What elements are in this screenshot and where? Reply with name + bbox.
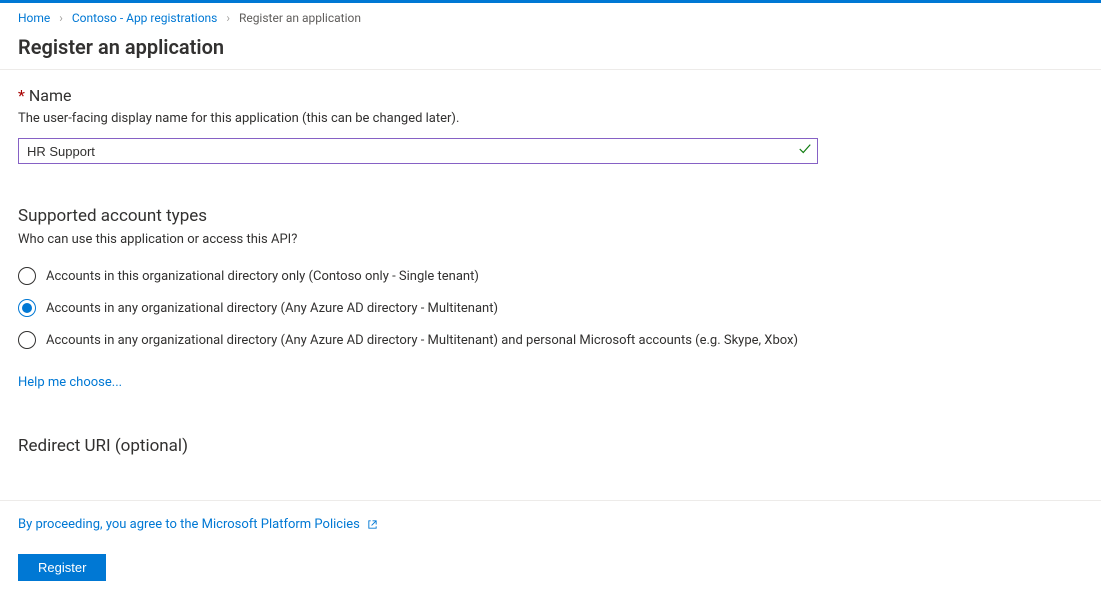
page-title: Register an application xyxy=(18,35,1083,59)
account-type-option-single-tenant[interactable]: Accounts in this organizational director… xyxy=(18,267,1083,285)
policy-notice: By proceeding, you agree to the Microsof… xyxy=(18,517,1083,534)
supported-account-types-description: Who can use this application or access t… xyxy=(18,232,1083,247)
breadcrumb-home[interactable]: Home xyxy=(18,11,50,25)
redirect-uri-title: Redirect URI (optional) xyxy=(18,436,1083,456)
application-name-input[interactable] xyxy=(18,138,818,164)
breadcrumb-current: Register an application xyxy=(239,11,361,25)
policy-text: By proceeding, you agree to the Microsof… xyxy=(18,517,360,532)
content-fade xyxy=(0,471,1101,489)
footer: By proceeding, you agree to the Microsof… xyxy=(0,500,1101,599)
register-button[interactable]: Register xyxy=(18,554,106,581)
name-input-wrap xyxy=(18,138,818,164)
chevron-right-icon: › xyxy=(53,11,69,25)
radio-label: Accounts in any organizational directory… xyxy=(46,333,798,348)
name-field-label: *Name xyxy=(18,86,1083,105)
chevron-right-icon: › xyxy=(220,11,236,25)
radio-icon xyxy=(18,267,36,285)
radio-label: Accounts in any organizational directory… xyxy=(46,301,498,316)
radio-icon xyxy=(18,331,36,349)
required-indicator: * xyxy=(18,86,25,105)
breadcrumb-app-registrations[interactable]: Contoso - App registrations xyxy=(72,11,217,25)
radio-icon xyxy=(18,299,36,317)
breadcrumb: Home › Contoso - App registrations › Reg… xyxy=(0,3,1101,31)
name-label-text: Name xyxy=(29,86,72,105)
external-link-icon xyxy=(367,519,378,534)
help-me-choose-link[interactable]: Help me choose... xyxy=(18,375,122,390)
account-type-option-multitenant[interactable]: Accounts in any organizational directory… xyxy=(18,299,1083,317)
account-type-option-multitenant-personal[interactable]: Accounts in any organizational directory… xyxy=(18,331,1083,349)
radio-label: Accounts in this organizational director… xyxy=(46,269,479,284)
name-field-description: The user-facing display name for this ap… xyxy=(18,111,1083,126)
supported-account-types-title: Supported account types xyxy=(18,206,1083,226)
platform-policies-link[interactable]: By proceeding, you agree to the Microsof… xyxy=(18,517,378,532)
